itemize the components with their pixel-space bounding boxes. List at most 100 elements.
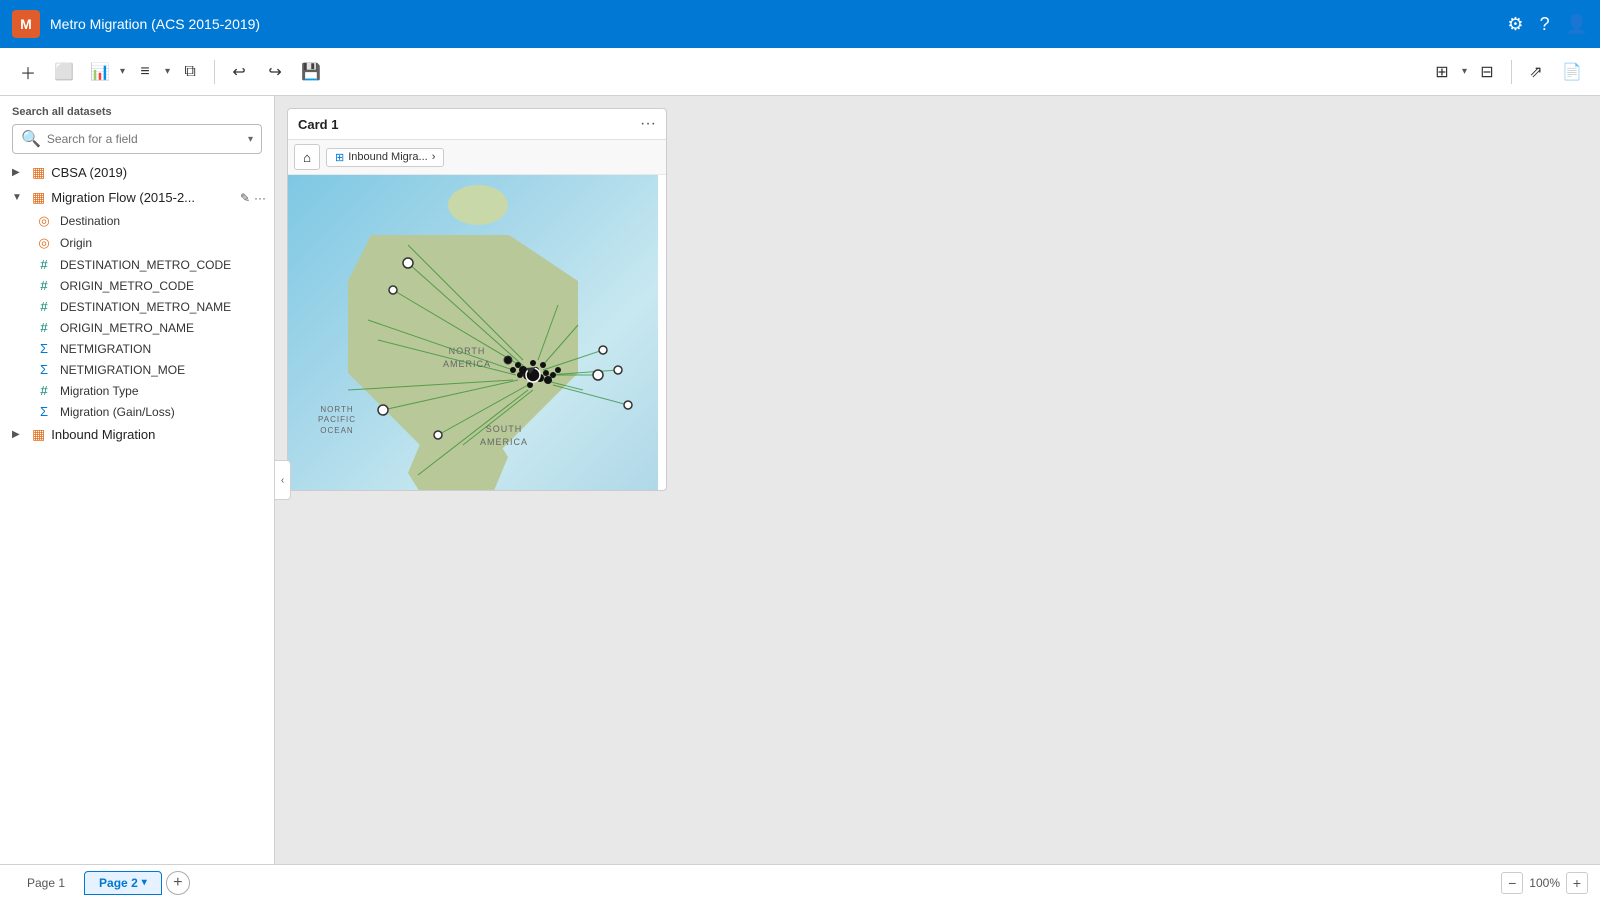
cbsa-expand-arrow: ▶: [12, 167, 26, 178]
field-netmigration-moe[interactable]: Σ NETMIGRATION_MOE: [0, 359, 274, 380]
field-migration-type[interactable]: # Migration Type: [0, 380, 274, 401]
field-migration-gain-loss[interactable]: Σ Migration (Gain/Loss): [0, 401, 274, 422]
share-btn[interactable]: ⇗: [1520, 56, 1552, 88]
grid-view-btn[interactable]: ⊟: [1471, 56, 1503, 88]
content-area: Card 1 ··· ⌂ ⊞ Inbound Migra... ›: [275, 96, 1600, 864]
migration-gain-loss-icon: Σ: [36, 404, 52, 419]
app-title: Metro Migration (ACS 2015-2019): [50, 16, 1497, 32]
table-chevron[interactable]: ▾: [165, 66, 170, 77]
migration-actions: ✎ ···: [240, 191, 266, 205]
origin-metro-code-icon: #: [36, 278, 52, 293]
search-icon: 🔍: [21, 129, 41, 149]
breadcrumb-text: Inbound Migra...: [348, 151, 428, 163]
field-origin-metro-name[interactable]: # ORIGIN_METRO_NAME: [0, 317, 274, 338]
flow-lines-svg: [288, 175, 658, 490]
help-icon[interactable]: ?: [1540, 14, 1550, 35]
page1-label: Page 1: [27, 876, 65, 890]
chart-chevron[interactable]: ▾: [120, 66, 125, 77]
card-title: Card 1: [298, 117, 632, 132]
app-icon: M: [12, 10, 40, 38]
save-button[interactable]: 💾: [295, 56, 327, 88]
collapse-chevron: ‹: [281, 475, 284, 486]
netmigration-moe-label: NETMIGRATION_MOE: [60, 363, 185, 377]
redo-button[interactable]: ↪: [259, 56, 291, 88]
field-destination[interactable]: ◎ Destination: [0, 210, 274, 232]
migration-type-icon: #: [36, 383, 52, 398]
page2-label: Page 2: [99, 876, 138, 890]
undo-button[interactable]: ↩: [223, 56, 255, 88]
page2-dropdown-chevron[interactable]: ▾: [142, 877, 147, 888]
breadcrumb-icon: ⊞: [335, 151, 344, 164]
new-button[interactable]: ＋: [12, 56, 44, 88]
page2-tab[interactable]: Page 2 ▾: [84, 871, 162, 895]
netmigration-icon: Σ: [36, 341, 52, 356]
map-home-btn[interactable]: ⌂: [294, 144, 320, 170]
destination-label: Destination: [60, 214, 120, 228]
dest-metro-code-label: DESTINATION_METRO_CODE: [60, 258, 231, 272]
layout-view-btn[interactable]: ⊞: [1426, 56, 1458, 88]
filter-button[interactable]: ⧉: [174, 56, 206, 88]
add-page-icon: +: [173, 874, 182, 892]
toolbar: ＋ ⬜ 📊 ▾ ≡ ▾ ⧉ ↩ ↪ 💾 ⊞ ▾ ⊟ ⇗ 📄: [0, 48, 1600, 96]
inbound-expand-arrow: ▶: [12, 429, 26, 440]
chart-button[interactable]: 📊: [84, 56, 116, 88]
migration-expand-arrow: ▼: [12, 192, 26, 203]
zoom-in-icon: +: [1573, 875, 1581, 891]
cbsa-label: CBSA (2019): [51, 165, 266, 180]
add-page-btn[interactable]: +: [166, 871, 190, 895]
user-avatar[interactable]: 👤: [1566, 14, 1588, 35]
dataset-inbound-migration[interactable]: ▶ ▦ Inbound Migration: [0, 422, 274, 447]
card-menu-btn[interactable]: ···: [640, 115, 656, 133]
zoom-controls: − 100% +: [1501, 872, 1588, 894]
table-button[interactable]: ≡: [129, 56, 161, 88]
migration-table-icon: ▦: [32, 189, 45, 206]
dest-metro-code-icon: #: [36, 257, 52, 272]
migration-gain-loss-label: Migration (Gain/Loss): [60, 405, 175, 419]
zoom-out-btn[interactable]: −: [1501, 872, 1523, 894]
inbound-table-icon: ▦: [32, 426, 45, 443]
origin-metro-code-label: ORIGIN_METRO_CODE: [60, 279, 194, 293]
migration-label: Migration Flow (2015-2...: [51, 190, 234, 205]
map-container[interactable]: NORTHAMERICA SOUTHAMERICA NorthPacificOc…: [288, 175, 658, 490]
netmigration-label: NETMIGRATION: [60, 342, 151, 356]
dest-metro-name-icon: #: [36, 299, 52, 314]
toolbar-sep-2: [1511, 60, 1512, 84]
top-right-icons: ⚙ ? 👤: [1507, 14, 1588, 35]
search-box[interactable]: 🔍 ▾: [12, 124, 262, 154]
field-netmigration[interactable]: Σ NETMIGRATION: [0, 338, 274, 359]
more-icon[interactable]: ···: [254, 191, 266, 205]
search-chevron[interactable]: ▾: [248, 134, 253, 145]
field-dest-metro-name[interactable]: # DESTINATION_METRO_NAME: [0, 296, 274, 317]
sidebar-search-section: Search all datasets 🔍 ▾: [0, 96, 274, 160]
zoom-out-icon: −: [1508, 875, 1516, 891]
sidebar: Search all datasets 🔍 ▾ ▶ ▦ CBSA (2019) …: [0, 96, 275, 864]
new-card-button[interactable]: ⬜: [48, 56, 80, 88]
dataset-migration-flow[interactable]: ▼ ▦ Migration Flow (2015-2... ✎ ···: [0, 185, 274, 210]
field-dest-metro-code[interactable]: # DESTINATION_METRO_CODE: [0, 254, 274, 275]
netmigration-moe-icon: Σ: [36, 362, 52, 377]
origin-label: Origin: [60, 236, 92, 250]
search-label: Search all datasets: [12, 106, 262, 118]
dataset-cbsa[interactable]: ▶ ▦ CBSA (2019): [0, 160, 274, 185]
origin-node: [403, 258, 413, 268]
search-input[interactable]: [47, 132, 242, 146]
settings-icon[interactable]: ⚙: [1507, 14, 1523, 35]
origin-metro-name-icon: #: [36, 320, 52, 335]
card-breadcrumb[interactable]: ⊞ Inbound Migra... ›: [326, 148, 444, 167]
main-layout: Search all datasets 🔍 ▾ ▶ ▦ CBSA (2019) …: [0, 96, 1600, 864]
zoom-level: 100%: [1529, 876, 1560, 890]
export-btn[interactable]: 📄: [1556, 56, 1588, 88]
cbsa-table-icon: ▦: [32, 164, 45, 181]
field-origin[interactable]: ◎ Origin: [0, 232, 274, 254]
bottombar: Page 1 Page 2 ▾ + − 100% +: [0, 864, 1600, 900]
home-icon: ⌂: [303, 150, 311, 165]
field-origin-metro-code[interactable]: # ORIGIN_METRO_CODE: [0, 275, 274, 296]
layout-chevron[interactable]: ▾: [1462, 66, 1467, 77]
zoom-in-btn[interactable]: +: [1566, 872, 1588, 894]
page1-tab[interactable]: Page 1: [12, 871, 80, 895]
toolbar-right: ⊞ ▾ ⊟ ⇗ 📄: [1426, 56, 1588, 88]
sidebar-collapse-btn[interactable]: ‹: [275, 460, 291, 500]
breadcrumb-chevron: ›: [432, 151, 436, 163]
edit-icon[interactable]: ✎: [240, 191, 250, 205]
toolbar-sep-1: [214, 60, 215, 84]
